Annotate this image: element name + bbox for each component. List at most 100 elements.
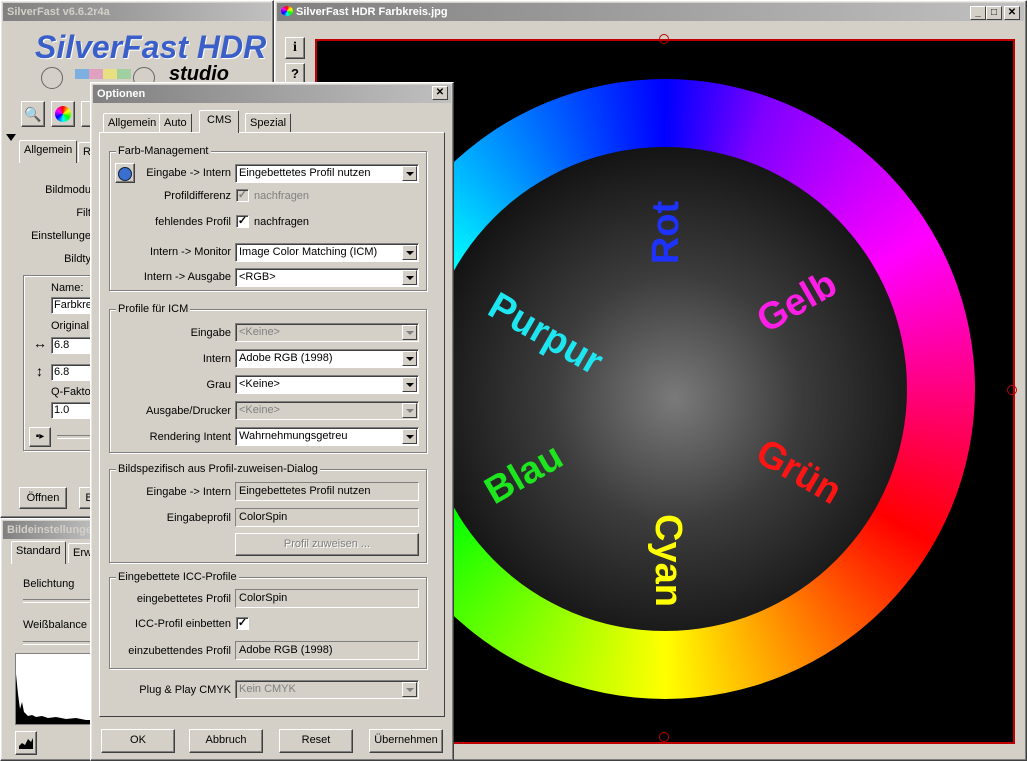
cancel-button[interactable]: Abbruch xyxy=(189,729,263,753)
image-settings-title: Bildeinstellunge xyxy=(3,521,97,539)
options-close-button[interactable]: ✕ xyxy=(432,86,448,100)
q-factor-input[interactable]: 1.0 xyxy=(51,402,91,419)
word-cyan: Cyan xyxy=(646,514,689,607)
icm-internal-label: Intern xyxy=(202,353,231,365)
missing-profile-check-label: nachfragen xyxy=(254,216,310,228)
tab-standard[interactable]: Standard xyxy=(11,541,66,564)
dropdown-arrow-icon xyxy=(402,403,417,418)
options-title: Optionen xyxy=(93,85,451,103)
vertical-arrows-icon: ↕ xyxy=(36,363,43,379)
tab-allgemein[interactable]: Allgemein xyxy=(103,113,162,133)
rendering-intent-label: Rendering Intent xyxy=(149,431,231,443)
frame-handle-right[interactable] xyxy=(1007,385,1017,395)
embed-icc-checkbox[interactable]: ✓ xyxy=(236,617,249,630)
embed-icc-label: ICC-Profil einbetten xyxy=(135,618,231,630)
icm-profiles-title: Profile für ICM xyxy=(116,303,191,315)
preview-title-text: SilverFast HDR Farbkreis.jpg xyxy=(296,6,448,18)
info-button[interactable]: i xyxy=(285,37,305,59)
tab-cms[interactable]: CMS xyxy=(199,110,240,133)
reset-button[interactable]: Reset xyxy=(279,729,353,753)
icm-gray-select[interactable]: <Keine> xyxy=(235,375,419,394)
embedded-icc-title: Eingebettete ICC-Profile xyxy=(116,571,239,583)
input-internal-label: Eingabe -> Intern xyxy=(146,167,231,179)
aperture-icon xyxy=(55,106,71,122)
to-embed-profile-value: Adobe RGB (1998) xyxy=(235,641,419,660)
frame-handle-bottom[interactable] xyxy=(659,732,669,742)
logo: SilverFast HDR studio xyxy=(9,25,267,89)
input-internal-select[interactable]: Eingebettetes Profil nutzen xyxy=(235,164,419,183)
to-embed-profile-label: einzubettendes Profil xyxy=(128,645,231,657)
options-dialog: Optionen ✕ Allgemein Auto CMS Spezial Fa… xyxy=(90,82,454,761)
icm-printer-select: <Keine> xyxy=(235,401,419,420)
color-bar-icon xyxy=(75,69,131,79)
image-settings-window: Bildeinstellunge Standard Erw Belichtung… xyxy=(0,518,100,761)
main-tab-allgemein[interactable]: Allgemein xyxy=(19,140,78,163)
internal-output-select[interactable]: <RGB> xyxy=(235,268,419,287)
assign-dialog-title: Bildspezifisch aus Profil-zuweisen-Dialo… xyxy=(116,463,320,475)
histogram-display xyxy=(15,653,97,725)
internal-output-label: Intern -> Ausgabe xyxy=(143,271,231,283)
assign-input-internal-value: Eingebettetes Profil nutzen xyxy=(235,482,419,501)
preview-window-title: SilverFast HDR Farbkreis.jpg xyxy=(277,3,1024,21)
name-label: Name: xyxy=(51,282,84,294)
dropdown-arrow-icon xyxy=(402,682,417,697)
name-input[interactable]: Farbkreis xyxy=(51,297,95,314)
exposure-label: Belichtung xyxy=(23,578,75,590)
histogram-button[interactable] xyxy=(15,731,37,755)
embedded-profile-value: ColorSpin xyxy=(235,589,419,608)
original-label: Original xyxy=(51,320,89,332)
rendering-intent-select[interactable]: Wahrnehmungsgetreu xyxy=(235,427,419,446)
input-profile-label: Eingabeprofil xyxy=(166,512,231,524)
main-window-title: SilverFast v6.6.2r4a xyxy=(3,3,271,21)
internal-monitor-select[interactable]: Image Color Matching (ICM) xyxy=(235,243,419,262)
histogram-graph xyxy=(16,674,96,724)
missing-profile-checkbox[interactable]: ✓ xyxy=(236,215,249,228)
zoom-tool-button[interactable]: 🔍 xyxy=(21,101,45,127)
q-factor-label: Q-Fakto xyxy=(51,386,91,398)
dropdown-arrow-icon xyxy=(402,325,417,340)
icm-input-select: <Keine> xyxy=(235,323,419,342)
width-input[interactable]: 6.8 xyxy=(51,337,91,354)
tab-auto[interactable]: Auto xyxy=(159,113,192,133)
icm-internal-select[interactable]: Adobe RGB (1998) xyxy=(235,349,419,368)
icm-gray-label: Grau xyxy=(206,379,231,391)
minimize-button[interactable]: _ xyxy=(970,6,986,20)
label-bildtyp: Bildty xyxy=(64,253,91,265)
label-bildmodus: Bildmodu xyxy=(45,184,91,196)
ok-button[interactable]: OK xyxy=(101,729,175,753)
word-rot: Rot xyxy=(645,200,688,265)
plug-play-select: Kein CMYK xyxy=(235,680,419,699)
icm-printer-label: Ausgabe/Drucker xyxy=(146,405,231,417)
histogram-icon xyxy=(19,738,33,749)
height-input[interactable]: 6.8 xyxy=(51,364,91,381)
app-icon xyxy=(281,6,293,16)
missing-profile-label: fehlendes Profil xyxy=(155,216,231,228)
maximize-button[interactable]: □ xyxy=(986,6,1002,20)
apply-button[interactable]: Übernehmen xyxy=(369,729,443,753)
assign-input-internal-label: Eingabe -> Intern xyxy=(146,486,231,498)
collapse-triangle-icon[interactable] xyxy=(6,134,16,141)
frame-handle-top[interactable] xyxy=(659,34,669,44)
input-profile-value: ColorSpin xyxy=(235,508,419,527)
logo-text: SilverFast HDR xyxy=(35,29,267,65)
internal-monitor-label: Intern -> Monitor xyxy=(149,246,231,258)
label-einstellungen: Einstellunge xyxy=(31,230,91,242)
crosshair-icon xyxy=(41,67,63,89)
dropdown-arrow-icon xyxy=(402,377,417,392)
dropdown-arrow-icon xyxy=(402,166,417,181)
close-button[interactable]: ✕ xyxy=(1004,6,1020,20)
embedded-profile-label: eingebettetes Profil xyxy=(136,593,231,605)
open-button[interactable]: Öffnen xyxy=(19,487,67,509)
dropdown-arrow-icon xyxy=(402,351,417,366)
profile-diff-label: Profildifferenz xyxy=(163,190,231,202)
icm-input-label: Eingabe xyxy=(190,327,231,339)
tab-spezial[interactable]: Spezial xyxy=(245,113,292,133)
white-balance-slider[interactable] xyxy=(23,641,93,645)
white-balance-label: Weißbalance xyxy=(23,619,87,631)
label-filter: Filt xyxy=(76,207,91,219)
dropdown-arrow-icon xyxy=(402,429,417,444)
exposure-slider[interactable] xyxy=(23,599,93,603)
aperture-tool-button[interactable] xyxy=(51,101,75,127)
dropdown-arrow-icon xyxy=(402,245,417,260)
frame-tool-button[interactable]: ▪▸ xyxy=(29,427,51,447)
